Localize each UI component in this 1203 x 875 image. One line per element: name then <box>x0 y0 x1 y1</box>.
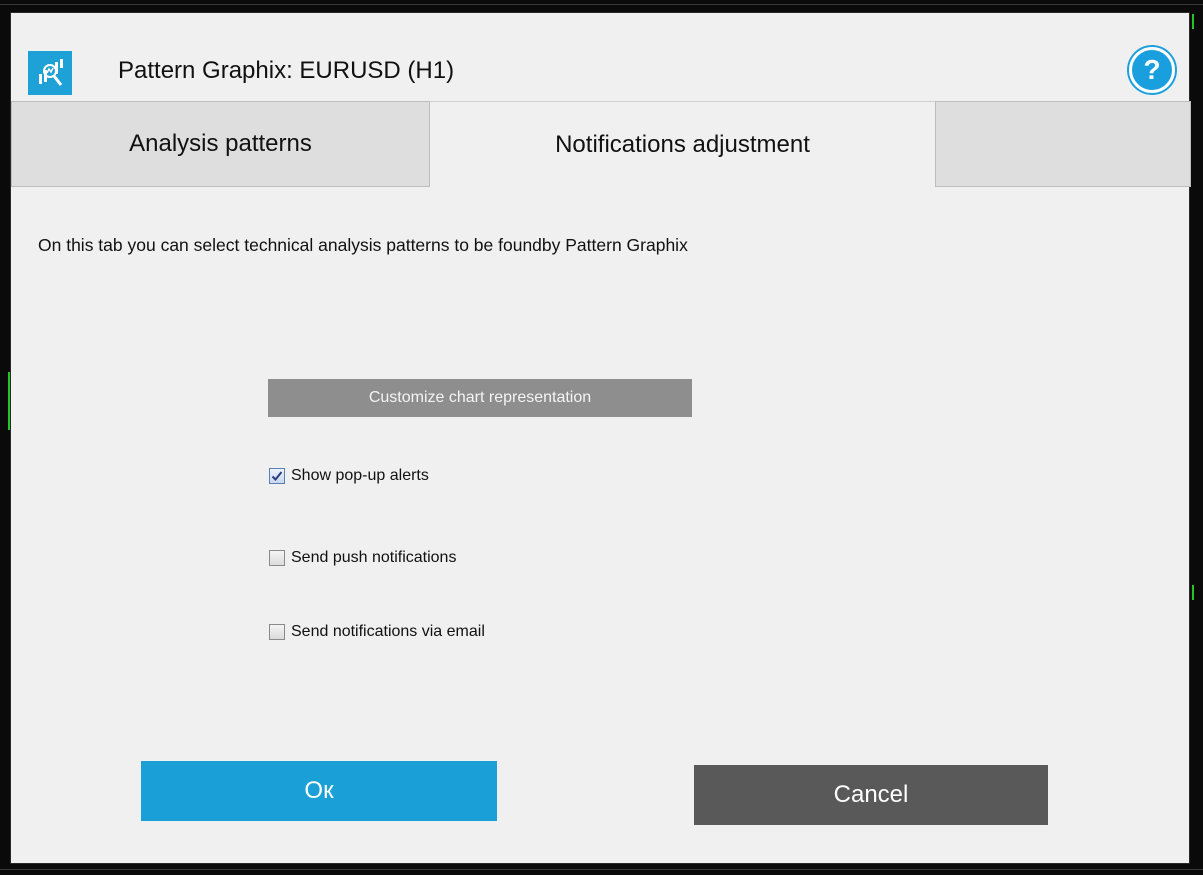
title-bar: Pattern Graphix: EURUSD (H1) ? <box>11 13 1189 109</box>
tab-notifications-adjustment[interactable]: Notifications adjustment <box>429 101 936 187</box>
ok-button[interactable]: Ок <box>141 761 497 821</box>
send-push-notifications-checkbox[interactable]: Send push notifications <box>269 549 456 567</box>
send-email-notifications-label: Send notifications via email <box>291 623 485 640</box>
checkbox-checked-icon[interactable] <box>269 468 285 484</box>
show-popup-alerts-checkbox[interactable]: Show pop-up alerts <box>269 467 429 485</box>
cancel-button[interactable]: Cancel <box>694 765 1048 825</box>
send-push-notifications-label: Send push notifications <box>291 549 457 566</box>
chart-line-right-bottom <box>1192 585 1194 600</box>
customize-chart-button[interactable]: Customize chart representation <box>268 379 692 417</box>
chart-line-right-top <box>1192 14 1194 29</box>
show-popup-alerts-label: Show pop-up alerts <box>291 467 429 484</box>
tab-description: On this tab you can select technical ana… <box>38 235 688 255</box>
tab-bar: Analysis patterns Notifications adjustme… <box>11 101 1191 187</box>
tab-bar-filler <box>935 101 1191 187</box>
checkbox-unchecked-icon[interactable] <box>269 624 285 640</box>
help-icon[interactable]: ? <box>1129 47 1175 93</box>
chart-grid-top <box>0 4 1203 5</box>
send-email-notifications-checkbox[interactable]: Send notifications via email <box>269 623 485 641</box>
dialog-window: Pattern Graphix: EURUSD (H1) ? Analysis … <box>10 12 1191 864</box>
window-title: Pattern Graphix: EURUSD (H1) <box>118 57 455 84</box>
chart-grid-bottom <box>0 869 1203 870</box>
tab-analysis-patterns[interactable]: Analysis patterns <box>11 101 430 187</box>
app-logo-icon <box>28 51 72 95</box>
checkbox-unchecked-icon[interactable] <box>269 550 285 566</box>
